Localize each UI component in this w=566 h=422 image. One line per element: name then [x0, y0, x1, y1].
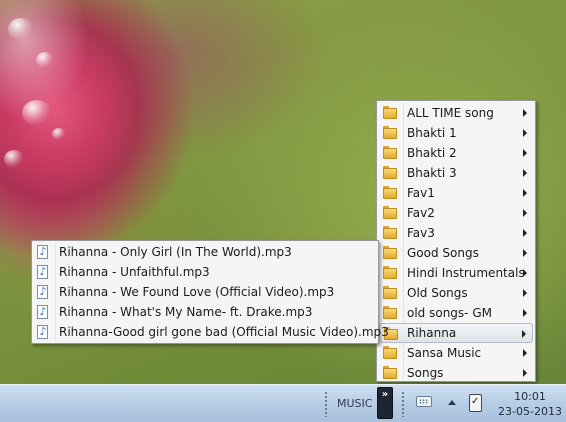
folder-icon — [383, 286, 397, 299]
submenu-arrow-icon — [523, 269, 527, 277]
water-droplet — [22, 100, 52, 126]
menu-item-sansa-music[interactable]: Sansa Music — [379, 343, 533, 363]
menu-item-good-songs[interactable]: Good Songs — [379, 243, 533, 263]
folder-icon — [383, 206, 397, 219]
menu-item-label: Bhakti 2 — [407, 146, 457, 160]
folder-cascade-menu: ALL TIME song Bhakti 1 Bhakti 2 Bhakti 3… — [376, 100, 536, 382]
menu-item-all-time-song[interactable]: ALL TIME song — [379, 103, 533, 123]
rihanna-file-submenu: Rihanna - Only Girl (In The World).mp3 R… — [31, 240, 389, 344]
file-item-label: Rihanna-Good girl gone bad (Official Mus… — [59, 325, 389, 339]
file-item-only-girl[interactable]: Rihanna - Only Girl (In The World).mp3 — [34, 242, 376, 262]
menu-item-hindi-instrumentals[interactable]: Hindi Instrumentals — [379, 263, 533, 283]
menu-item-label: Sansa Music — [407, 346, 482, 360]
menu-item-fav1[interactable]: Fav1 — [379, 183, 533, 203]
toolbar-chevron-button[interactable]: » — [377, 387, 393, 419]
folder-icon — [383, 266, 397, 279]
show-hidden-icons-arrow-icon[interactable] — [448, 400, 456, 405]
menu-item-label: Bhakti 3 — [407, 166, 457, 180]
file-item-label: Rihanna - Unfaithful.mp3 — [59, 265, 210, 279]
menu-item-label: Old Songs — [407, 286, 468, 300]
menu-item-bhakti-2[interactable]: Bhakti 2 — [379, 143, 533, 163]
audio-file-icon — [37, 265, 48, 279]
menu-item-label: Songs — [407, 366, 444, 380]
folder-icon — [383, 186, 397, 199]
submenu-arrow-icon — [523, 209, 527, 217]
submenu-arrow-icon — [523, 309, 527, 317]
submenu-arrow-icon — [523, 369, 527, 377]
file-item-label: Rihanna - We Found Love (Official Video)… — [59, 285, 335, 299]
submenu-arrow-icon — [523, 249, 527, 257]
file-item-label: Rihanna - What's My Name- ft. Drake.mp3 — [59, 305, 313, 319]
menu-item-label: Good Songs — [407, 246, 479, 260]
submenu-arrow-icon — [523, 189, 527, 197]
submenu-arrow-icon — [523, 289, 527, 297]
menu-item-fav3[interactable]: Fav3 — [379, 223, 533, 243]
audio-file-icon — [37, 245, 48, 259]
folder-icon — [383, 306, 397, 319]
audio-file-icon — [37, 305, 48, 319]
file-item-unfaithful[interactable]: Rihanna - Unfaithful.mp3 — [34, 262, 376, 282]
submenu-arrow-icon — [523, 129, 527, 137]
menu-item-old-songs[interactable]: Old Songs — [379, 283, 533, 303]
toolbar-grip-handle[interactable] — [324, 391, 328, 417]
audio-file-icon — [37, 285, 48, 299]
submenu-arrow-icon — [523, 109, 527, 117]
file-item-label: Rihanna - Only Girl (In The World).mp3 — [59, 245, 292, 259]
folder-icon — [383, 166, 397, 179]
file-item-good-girl-gone-bad[interactable]: Rihanna-Good girl gone bad (Official Mus… — [34, 322, 389, 342]
clock-date: 23-05-2013 — [498, 405, 562, 418]
menu-item-bhakti-3[interactable]: Bhakti 3 — [379, 163, 533, 183]
menu-item-label: Hindi Instrumentals — [407, 266, 525, 280]
safely-remove-hardware-icon[interactable] — [469, 394, 482, 412]
folder-icon — [383, 226, 397, 239]
menu-item-label: Fav1 — [407, 186, 435, 200]
menu-item-label: Fav3 — [407, 226, 435, 240]
water-droplet — [36, 52, 54, 68]
submenu-arrow-icon — [523, 149, 527, 157]
submenu-arrow-icon — [522, 330, 526, 338]
menu-item-songs[interactable]: Songs — [379, 363, 533, 383]
folder-icon — [383, 346, 397, 359]
folder-icon — [383, 366, 397, 379]
audio-file-icon — [37, 325, 48, 339]
menu-item-label: old songs- GM — [407, 306, 492, 320]
clock-time: 10:01 — [514, 390, 546, 403]
menu-item-label: ALL TIME song — [407, 106, 494, 120]
menu-item-old-songs-gm[interactable]: old songs- GM — [379, 303, 533, 323]
water-droplet — [8, 18, 34, 40]
folder-icon — [383, 246, 397, 259]
music-toolbar-label[interactable]: MUSIC — [337, 397, 372, 410]
menu-item-fav2[interactable]: Fav2 — [379, 203, 533, 223]
keyboard-icon[interactable] — [416, 396, 432, 407]
folder-icon — [383, 146, 397, 159]
water-droplet — [4, 150, 24, 168]
taskbar-clock[interactable]: 10:01 23-05-2013 — [497, 389, 563, 419]
submenu-arrow-icon — [523, 229, 527, 237]
submenu-arrow-icon — [523, 349, 527, 357]
menu-item-label: Bhakti 1 — [407, 126, 457, 140]
toolbar-grip-handle[interactable] — [401, 391, 405, 417]
taskbar: MUSIC » 10:01 23-05-2013 — [0, 384, 566, 422]
folder-icon — [383, 126, 397, 139]
folder-icon — [383, 106, 397, 119]
water-droplet — [52, 128, 66, 140]
menu-item-label: Rihanna — [407, 326, 457, 340]
submenu-arrow-icon — [523, 169, 527, 177]
file-item-whats-my-name[interactable]: Rihanna - What's My Name- ft. Drake.mp3 — [34, 302, 376, 322]
menu-item-label: Fav2 — [407, 206, 435, 220]
file-item-we-found-love[interactable]: Rihanna - We Found Love (Official Video)… — [34, 282, 376, 302]
menu-item-bhakti-1[interactable]: Bhakti 1 — [379, 123, 533, 143]
menu-item-rihanna[interactable]: Rihanna — [379, 323, 533, 343]
